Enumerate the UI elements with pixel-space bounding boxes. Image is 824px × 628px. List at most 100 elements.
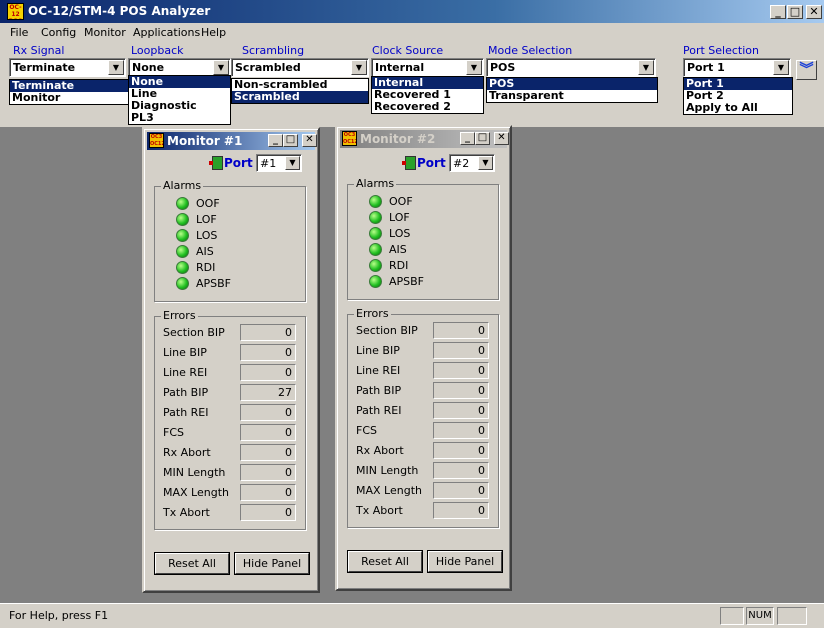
alarm-label-rdi: RDI — [196, 261, 216, 274]
double-chevron-down-icon[interactable]: ︾ — [796, 60, 817, 80]
alarm-label-lof: LOF — [196, 213, 217, 226]
alarm-label-los: LOS — [389, 227, 411, 240]
errors-legend: Errors — [161, 309, 198, 322]
loopback-option-pl3[interactable]: PL3 — [129, 112, 230, 124]
window-title: OC-12/STM-4 POS Analyzer — [28, 4, 211, 18]
status-pane-scroll — [777, 607, 807, 625]
error-counter-path-rei: 0 — [240, 404, 296, 421]
close-button[interactable]: ✕ — [806, 5, 822, 19]
monitor-1-reset-all-button[interactable]: Reset All — [155, 553, 229, 574]
monitor-2-maximize-button[interactable]: □ — [475, 132, 490, 145]
clock-source-list: Internal Recovered 1 Recovered 2 — [371, 76, 484, 114]
status-bar: For Help, press F1 NUM — [0, 603, 824, 628]
error-counter-path-bip: 27 — [240, 384, 296, 401]
rx-signal-option-monitor[interactable]: Monitor — [10, 92, 130, 104]
monitor-2-title-bar[interactable]: OC3 OC12 Monitor #2 _ □ ✕ — [340, 130, 509, 148]
chevron-down-icon[interactable]: ▼ — [351, 60, 367, 75]
menu-bar: File Config Monitor Applications Help — [0, 23, 824, 42]
error-counter-fcs: 0 — [433, 422, 489, 439]
scrambling-option-scrambled[interactable]: Scrambled — [232, 91, 368, 103]
alarm-led-ais-icon — [369, 243, 382, 256]
status-help-text: For Help, press F1 — [9, 609, 109, 622]
error-label-max-length: MAX Length — [356, 484, 422, 497]
monitor-2-port-label: Port — [417, 156, 446, 170]
monitor-2-hide-panel-button[interactable]: Hide Panel — [428, 551, 502, 572]
chevron-down-icon[interactable]: ▼ — [466, 60, 482, 75]
error-label-path-bip: Path BIP — [356, 384, 402, 397]
monitor-1-title-bar[interactable]: OC3 OC12 Monitor #1 _ □ ✕ — [147, 132, 317, 150]
error-counter-tx-abort: 0 — [240, 504, 296, 521]
error-label-min-length: MIN Length — [163, 466, 226, 479]
mode-selection-label: Mode Selection — [488, 44, 573, 57]
monitor-1-minimize-button[interactable]: _ — [268, 134, 283, 147]
monitor-icon: OC3 OC12 — [342, 131, 357, 146]
rx-signal-label: Rx Signal — [13, 44, 65, 57]
monitor-2-minimize-button[interactable]: _ — [460, 132, 475, 145]
mode-selection-option-transparent[interactable]: Transparent — [487, 90, 657, 102]
error-label-path-rei: Path REI — [163, 406, 209, 419]
alarm-led-oof-icon — [369, 195, 382, 208]
error-counter-line-bip: 0 — [240, 344, 296, 361]
menu-config[interactable]: Config — [41, 26, 76, 39]
monitor-1-close-button[interactable]: ✕ — [302, 134, 317, 147]
monitor-panel-1: OC3 OC12 Monitor #1 _ □ ✕ Port #1 ▼ Alarm… — [142, 127, 320, 593]
rx-signal-select[interactable]: Terminate ▼ — [9, 58, 126, 77]
error-label-max-length: MAX Length — [163, 486, 229, 499]
alarm-label-lof: LOF — [389, 211, 410, 224]
port-selection-select[interactable]: Port 1 ▼ — [683, 58, 791, 77]
clock-source-select[interactable]: Internal ▼ — [371, 58, 484, 77]
chevron-down-icon[interactable]: ▼ — [285, 156, 300, 170]
title-bar[interactable]: OC-12 POS OC-12/STM-4 POS Analyzer _ □ ✕ — [0, 0, 824, 23]
alarm-led-los-icon — [176, 229, 189, 242]
rx-signal-value: Terminate — [13, 61, 76, 74]
clock-source-option-recovered-2[interactable]: Recovered 2 — [372, 101, 483, 113]
menu-applications[interactable]: Applications — [133, 26, 200, 39]
menu-file[interactable]: File — [10, 26, 28, 39]
monitor-2-port-select[interactable]: #2 ▼ — [449, 154, 495, 172]
monitor-2-close-button[interactable]: ✕ — [494, 132, 509, 145]
alarm-led-los-icon — [369, 227, 382, 240]
menu-help[interactable]: Help — [201, 26, 226, 39]
monitor-2-reset-all-button[interactable]: Reset All — [348, 551, 422, 572]
scrambling-value: Scrambled — [235, 61, 301, 74]
chevron-down-icon[interactable]: ▼ — [108, 60, 124, 75]
mode-selection-select[interactable]: POS ▼ — [486, 58, 656, 77]
port-selection-list: Port 1 Port 2 Apply to All — [683, 77, 793, 115]
alarm-led-oof-icon — [176, 197, 189, 210]
menu-monitor[interactable]: Monitor — [84, 26, 126, 39]
monitor-1-port-select[interactable]: #1 ▼ — [256, 154, 302, 172]
error-label-fcs: FCS — [163, 426, 184, 439]
monitor-1-title: Monitor #1 — [167, 134, 243, 148]
chevron-down-icon[interactable]: ▼ — [638, 60, 654, 75]
maximize-button[interactable]: □ — [787, 5, 803, 19]
error-counter-path-bip: 0 — [433, 382, 489, 399]
loopback-value: None — [132, 61, 165, 74]
chevron-down-icon[interactable]: ▼ — [773, 60, 789, 75]
error-label-section-bip: Section BIP — [356, 324, 418, 337]
loopback-label: Loopback — [131, 44, 184, 57]
loopback-list: None Line Diagnostic PL3 — [128, 75, 231, 125]
chevron-down-icon[interactable]: ▼ — [213, 60, 229, 75]
error-label-section-bip: Section BIP — [163, 326, 225, 339]
chevron-down-icon[interactable]: ▼ — [478, 156, 493, 170]
error-counter-path-rei: 0 — [433, 402, 489, 419]
error-counter-max-length: 0 — [240, 484, 296, 501]
minimize-button[interactable]: _ — [770, 5, 786, 19]
error-label-line-rei: Line REI — [163, 366, 208, 379]
error-counter-tx-abort: 0 — [433, 502, 489, 519]
monitor-1-port-value: #1 — [260, 157, 277, 170]
monitor-1-hide-panel-button[interactable]: Hide Panel — [235, 553, 309, 574]
port-selection-option-apply-all[interactable]: Apply to All — [684, 102, 792, 114]
scrambling-select[interactable]: Scrambled ▼ — [231, 58, 369, 77]
alarm-label-oof: OOF — [389, 195, 413, 208]
error-label-path-bip: Path BIP — [163, 386, 209, 399]
error-counter-min-length: 0 — [240, 464, 296, 481]
port-selection-label: Port Selection — [683, 44, 759, 57]
error-label-tx-abort: Tx Abort — [163, 506, 210, 519]
port-connector-icon — [402, 156, 416, 170]
monitor-1-maximize-button[interactable]: □ — [283, 134, 298, 147]
alarms-legend: Alarms — [354, 177, 397, 190]
monitor-icon: OC3 OC12 — [149, 133, 164, 148]
app-icon[interactable]: OC-12 POS — [7, 3, 24, 20]
scrambling-label: Scrambling — [242, 44, 305, 57]
